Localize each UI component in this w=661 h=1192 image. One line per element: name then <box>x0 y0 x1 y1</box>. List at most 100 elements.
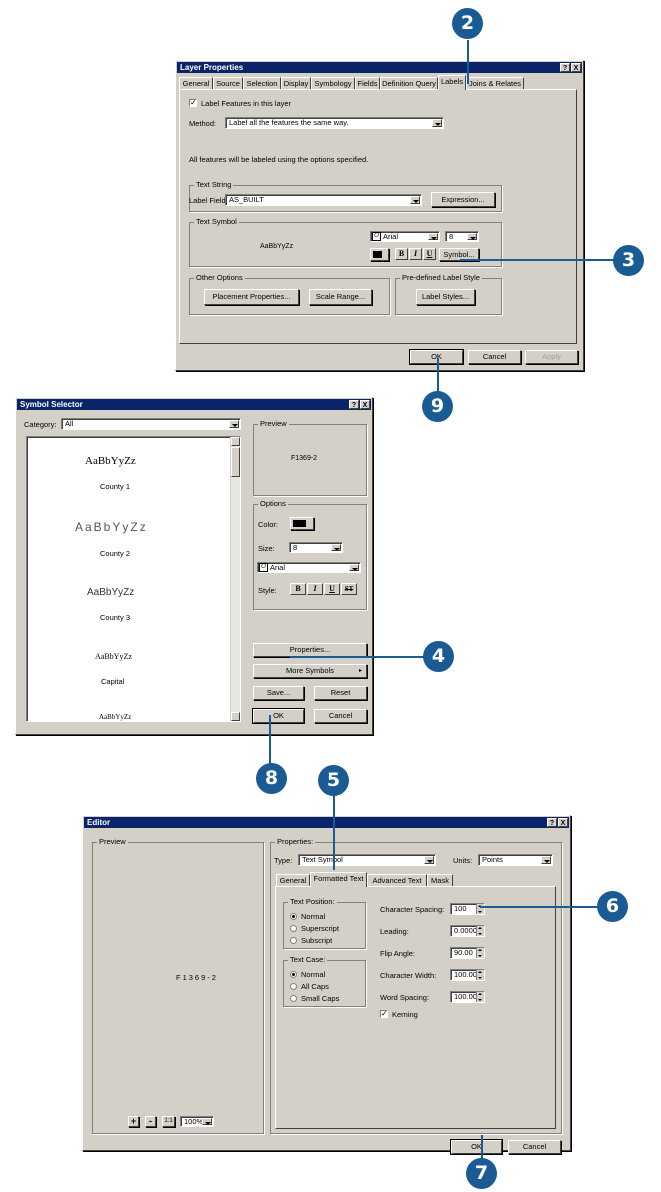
type-dropdown[interactable]: Text Symbol <box>298 854 436 866</box>
cancel-button[interactable]: Cancel <box>468 350 521 364</box>
symbol-sample[interactable]: AaBbYyZz <box>85 455 136 467</box>
help-button[interactable]: ? <box>349 400 359 409</box>
expression-button[interactable]: Expression... <box>431 192 495 207</box>
symbol-name[interactable]: County 2 <box>100 549 130 558</box>
spinner-icon[interactable] <box>476 992 484 1002</box>
symbol-list[interactable]: AaBbYyZz County 1 AaBbYyZz County 2 AaBb… <box>26 436 241 722</box>
close-button[interactable]: X <box>571 63 581 72</box>
apply-button[interactable]: Apply <box>525 350 578 364</box>
more-symbols-button[interactable]: More Symbols ▸ <box>253 664 367 678</box>
bold-button[interactable]: B <box>395 248 408 260</box>
method-dropdown[interactable]: Label all the features the same way. <box>225 117 444 129</box>
category-dropdown[interactable]: All <box>61 418 241 430</box>
tab-general[interactable]: General <box>276 874 310 886</box>
chevron-down-icon[interactable] <box>331 544 341 551</box>
placement-properties-button[interactable]: Placement Properties... <box>204 289 299 305</box>
tab-display[interactable]: Display <box>281 77 311 89</box>
callout-3-line <box>460 259 620 261</box>
position-normal-radio[interactable] <box>290 913 297 920</box>
spinner-icon[interactable] <box>476 970 484 980</box>
symbol-sample[interactable]: AaBbYyZz <box>87 587 134 598</box>
color-button[interactable] <box>290 517 314 530</box>
leading-input[interactable]: 0.0000 <box>450 925 485 937</box>
chevron-down-icon[interactable] <box>424 856 434 864</box>
underline-button[interactable]: U <box>324 583 340 595</box>
cancel-button[interactable]: Cancel <box>314 709 367 723</box>
tab-fields[interactable]: Fields <box>355 77 380 89</box>
chevron-down-icon[interactable] <box>349 564 359 571</box>
units-dropdown[interactable]: Points <box>478 854 553 866</box>
ok-button[interactable]: OK <box>252 708 305 724</box>
underline-button[interactable]: U <box>423 248 436 260</box>
chevron-down-icon[interactable] <box>202 1118 212 1125</box>
tab-selection[interactable]: Selection <box>243 77 281 89</box>
spinner-icon[interactable] <box>476 948 484 958</box>
close-button[interactable]: X <box>360 400 370 409</box>
label-styles-button[interactable]: Label Styles... <box>416 289 475 305</box>
scroll-thumb[interactable] <box>231 447 240 477</box>
label-field-dropdown[interactable]: AS_BUILT <box>225 194 422 206</box>
symbol-sample[interactable]: AaBbYyZz <box>75 520 148 534</box>
size-dropdown[interactable]: 8 <box>289 542 343 553</box>
properties-button[interactable]: Properties... <box>253 643 367 657</box>
chevron-down-icon[interactable] <box>467 233 477 240</box>
tab-labels[interactable]: Labels <box>438 75 466 90</box>
spinner-icon[interactable] <box>476 926 484 936</box>
position-superscript-radio[interactable] <box>290 925 297 932</box>
char-spacing-input[interactable]: 100 <box>450 903 485 915</box>
ok-button[interactable]: OK <box>450 1139 503 1155</box>
callout-8-badge: 8 <box>256 763 287 794</box>
strikethrough-button[interactable]: ST <box>341 583 357 595</box>
help-button[interactable]: ? <box>560 63 570 72</box>
symbol-sample[interactable]: AaBbYyZz <box>95 652 132 661</box>
callout-7-badge: 7 <box>466 1158 497 1189</box>
chevron-down-icon[interactable] <box>432 119 442 127</box>
font-dropdown[interactable]: Arial <box>257 562 361 573</box>
tab-source[interactable]: Source <box>213 77 243 89</box>
close-button[interactable]: X <box>558 818 568 827</box>
symbol-sample[interactable]: AaBbYyZz <box>99 713 131 721</box>
symbol-name[interactable]: County 3 <box>100 613 130 622</box>
color-button[interactable] <box>370 248 389 261</box>
flip-angle-input[interactable]: 90.00 <box>450 947 485 959</box>
word-spacing-input[interactable]: 100.00 <box>450 991 485 1003</box>
position-subscript-radio[interactable] <box>290 937 297 944</box>
italic-button[interactable]: I <box>409 248 422 260</box>
tab-mask[interactable]: Mask <box>427 874 453 886</box>
scroll-up-button[interactable] <box>231 437 240 446</box>
preview-group-label: Preview <box>97 837 128 846</box>
reset-button[interactable]: Reset <box>314 686 367 700</box>
symbol-name[interactable]: Capital <box>101 677 124 686</box>
save-button[interactable]: Save... <box>253 686 304 700</box>
scroll-down-button[interactable] <box>231 712 240 721</box>
symbol-list-scrollbar[interactable] <box>230 437 240 721</box>
zoom-out-button[interactable]: - <box>145 1116 156 1127</box>
zoom-dropdown[interactable]: 100% <box>180 1116 214 1127</box>
kerning-checkbox[interactable]: ✓ <box>380 1010 388 1018</box>
callout-4-line <box>290 656 430 658</box>
chevron-down-icon[interactable] <box>541 856 551 864</box>
chevron-down-icon[interactable] <box>410 196 420 204</box>
zoom-in-button[interactable]: + <box>128 1116 139 1127</box>
scale-range-button[interactable]: Scale Range... <box>309 289 372 305</box>
chevron-down-icon[interactable] <box>428 233 438 240</box>
case-smallcaps-radio[interactable] <box>290 995 297 1002</box>
chevron-down-icon[interactable] <box>229 420 239 428</box>
bold-button[interactable]: B <box>290 583 306 595</box>
tab-formatted-text[interactable]: Formatted Text <box>310 872 367 887</box>
tab-symbology[interactable]: Symbology <box>311 77 355 89</box>
italic-button[interactable]: I <box>307 583 323 595</box>
tab-general[interactable]: General <box>179 77 213 89</box>
label-features-checkbox[interactable]: ✓ <box>189 99 197 107</box>
symbol-name[interactable]: County 1 <box>100 482 130 491</box>
size-dropdown[interactable]: 8 <box>445 231 479 242</box>
tab-joins-relates[interactable]: Joins & Relates <box>466 77 524 89</box>
case-allcaps-radio[interactable] <box>290 983 297 990</box>
char-width-input[interactable]: 100.00 <box>450 969 485 981</box>
cancel-button[interactable]: Cancel <box>508 1140 561 1154</box>
help-button[interactable]: ? <box>547 818 557 827</box>
case-normal-radio[interactable] <box>290 971 297 978</box>
tab-definition-query[interactable]: Definition Query <box>380 77 438 89</box>
actual-size-button[interactable]: 1:1 <box>162 1116 175 1127</box>
tab-advanced-text[interactable]: Advanced Text <box>367 874 427 886</box>
